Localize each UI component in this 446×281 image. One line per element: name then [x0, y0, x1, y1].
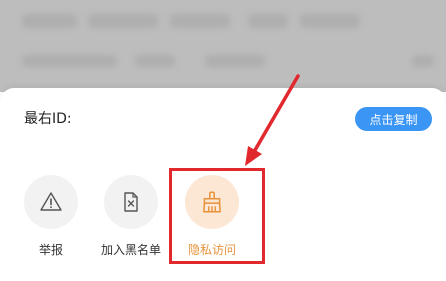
privacy-access-action[interactable]: 隐私访问: [172, 175, 252, 265]
report-label: 举报: [38, 243, 63, 257]
privacy-access-label: 隐私访问: [187, 243, 236, 257]
broom-icon: [203, 191, 221, 213]
blurred-text-block: [412, 55, 434, 67]
blurred-text-block: [22, 14, 77, 28]
report-action[interactable]: 举报: [11, 175, 91, 265]
blocked-file-icon: [124, 192, 138, 212]
report-icon-circle: [24, 175, 78, 229]
id-label: 最右ID:: [24, 111, 72, 127]
blurred-text-block: [170, 14, 230, 28]
blurred-text-block: [248, 14, 288, 28]
privacy-access-icon-circle: [185, 175, 239, 229]
blurred-text-block: [22, 55, 117, 67]
blurred-text-block: [300, 14, 360, 28]
blurred-text-block: [135, 55, 175, 67]
blacklist-action[interactable]: 加入黑名单: [91, 175, 171, 265]
blacklist-label: 加入黑名单: [100, 243, 161, 257]
blurred-text-block: [205, 55, 265, 67]
blurred-background: [0, 0, 446, 92]
blurred-text-block: [88, 14, 158, 28]
warning-icon: [40, 192, 62, 211]
copy-button[interactable]: 点击复制: [355, 107, 432, 131]
blacklist-icon-circle: [104, 175, 158, 229]
